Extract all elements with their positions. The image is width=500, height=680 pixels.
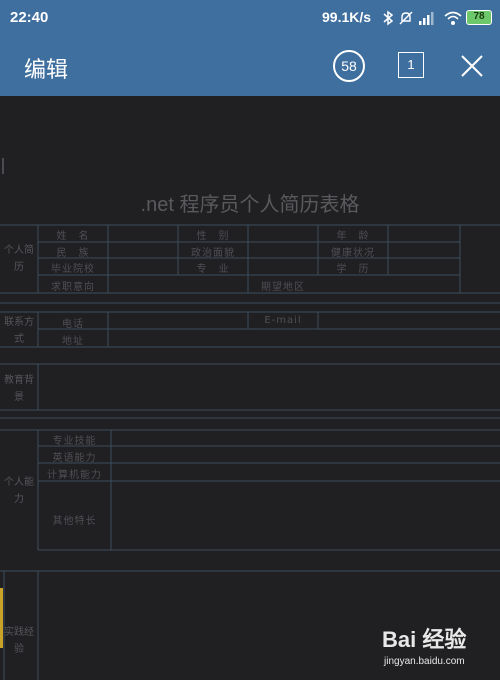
clock: 22:40: [10, 9, 49, 26]
label-political: 政治面貌: [191, 248, 235, 259]
label-school: 毕业院校: [51, 264, 95, 275]
label-other: 其他特长: [52, 516, 97, 527]
section-personal: 个人简历: [4, 245, 34, 273]
wifi-icon: [444, 11, 462, 25]
watermark-url: jingyan.baidu.com: [384, 656, 465, 667]
label-name: 姓 名: [56, 231, 90, 242]
section-practice: 实践经验: [4, 627, 34, 655]
section-ability: 个人能力: [4, 477, 34, 505]
watermark-logo: Bai 经验: [382, 627, 467, 652]
document-canvas[interactable]: .net 程序员个人简历表格 个人简历 联系方式 教育背景 个人能力 实践经验 …: [0, 96, 500, 680]
label-gender: 性 别: [196, 231, 230, 242]
resume-table: 个人简历 联系方式 教育背景 个人能力 实践经验 姓 名 性 别 年 龄 民 族…: [0, 96, 500, 680]
table-grid-lines: [0, 224, 500, 680]
label-health: 健康状况: [331, 248, 375, 259]
battery-icon: 78: [466, 10, 492, 25]
label-computer: 计算机能力: [47, 470, 102, 481]
section-contact: 联系方式: [4, 317, 34, 345]
section-education: 教育背景: [4, 375, 34, 403]
network-speed: 99.1K/s: [322, 9, 372, 25]
page-indicator-button[interactable]: 1: [398, 52, 424, 78]
label-degree: 学 历: [336, 264, 370, 275]
label-age: 年 龄: [336, 231, 370, 242]
page-title: 编辑: [24, 58, 69, 83]
label-address: 地址: [62, 336, 84, 347]
baidu-watermark: Bai 经验 jingyan.baidu.com: [382, 620, 497, 678]
label-major-skill: 专业技能: [52, 436, 97, 447]
app-toolbar: 编辑 58 1: [0, 36, 500, 96]
status-bar: 22:40 99.1K/s 78: [0, 0, 500, 36]
label-ethnicity: 民 族: [56, 248, 90, 259]
accent-side-bar: [0, 588, 3, 648]
label-job-target: 求职意向: [51, 282, 95, 293]
label-major: 专 业: [196, 264, 230, 275]
label-language: 英语能力: [52, 453, 97, 464]
bluetooth-icon: [383, 10, 394, 26]
page-count-button[interactable]: 58: [333, 50, 365, 82]
close-icon[interactable]: [456, 50, 488, 82]
label-job-region: 期望地区: [261, 282, 305, 293]
label-phone: 电话: [62, 319, 84, 330]
mute-icon: [399, 11, 413, 25]
signal-icon: [419, 12, 434, 25]
label-email: E-mail: [264, 315, 302, 326]
